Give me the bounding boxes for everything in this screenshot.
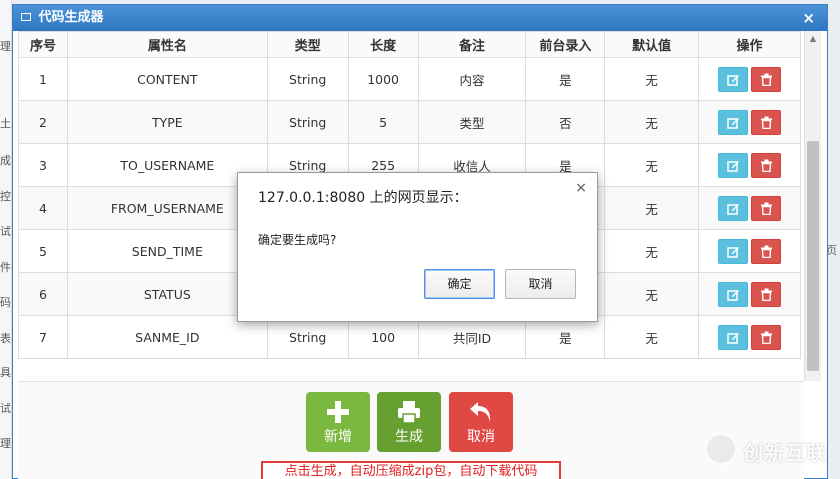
bg-char: 码 xyxy=(0,296,11,309)
row-actions xyxy=(698,229,801,273)
generate-button[interactable]: 生成 xyxy=(377,392,441,452)
table-cell: 无 xyxy=(604,229,700,273)
table-cell: 2 xyxy=(18,100,68,144)
undo-arrow-icon xyxy=(470,402,491,422)
action-footer: 新增 生成 取消 点击生成，自动压缩成zip包，自动下载代码 xyxy=(18,381,804,479)
edit-button[interactable] xyxy=(718,324,749,350)
table-cell: 4 xyxy=(18,186,68,230)
column-header: 操作 xyxy=(698,31,801,58)
background-page-strip: 理 土 成 控 试 件 码 表 具 试 理 xyxy=(0,0,12,479)
table-cell: 无 xyxy=(604,100,700,144)
generate-button-label: 生成 xyxy=(395,429,423,445)
delete-button[interactable] xyxy=(751,195,782,221)
bg-char: 件 xyxy=(0,261,11,274)
table-cell: 5 xyxy=(347,100,419,144)
table-cell: 是 xyxy=(525,57,606,101)
scroll-up-arrow-icon[interactable]: ▲ xyxy=(805,31,821,47)
edit-button[interactable] xyxy=(718,152,749,178)
generate-note: 点击生成，自动压缩成zip包，自动下载代码 xyxy=(261,461,561,479)
edit-button[interactable] xyxy=(718,66,749,92)
table-cell: 1 xyxy=(18,57,68,101)
plus-icon xyxy=(327,401,349,423)
add-button[interactable]: 新增 xyxy=(306,392,370,452)
column-header: 备注 xyxy=(417,31,527,58)
table-cell: 无 xyxy=(604,315,700,359)
delete-button[interactable] xyxy=(751,152,782,178)
dialog-message: 确定要生成吗? xyxy=(258,233,337,247)
window-icon xyxy=(21,12,31,21)
bg-char: 试 xyxy=(0,402,11,415)
watermark: 创新互联 xyxy=(705,433,835,467)
cancel-button[interactable]: 取消 xyxy=(449,392,513,452)
bg-char: 表 xyxy=(0,332,11,345)
bg-char: 试 xyxy=(0,225,11,238)
table-header-row: 序号 属性名 类型 长度 备注 前台录入 默认值 操作 xyxy=(18,31,801,58)
table-cell: 5 xyxy=(18,229,68,273)
table-cell: 无 xyxy=(604,143,700,187)
table-cell: 7 xyxy=(18,315,68,359)
column-header: 类型 xyxy=(266,31,349,58)
delete-button[interactable] xyxy=(751,281,782,307)
cancel-button-label: 取消 xyxy=(467,429,495,445)
column-header: 长度 xyxy=(347,31,419,58)
column-header: 属性名 xyxy=(66,31,268,58)
column-header: 前台录入 xyxy=(525,31,606,58)
column-header: 默认值 xyxy=(604,31,700,58)
bg-char: 土 xyxy=(0,117,11,130)
table-cell: 无 xyxy=(604,186,700,230)
delete-button[interactable] xyxy=(751,66,782,92)
column-header: 序号 xyxy=(18,31,68,58)
row-actions xyxy=(698,186,801,230)
table-cell: 内容 xyxy=(417,57,527,101)
edit-button[interactable] xyxy=(718,195,749,221)
window-title: 代码生成器 xyxy=(38,10,104,25)
row-actions xyxy=(698,100,801,144)
confirm-dialog: × 127.0.0.1:8080 上的网页显示： 确定要生成吗? 确定 取消 xyxy=(237,172,598,322)
row-actions xyxy=(698,57,801,101)
table-cell: 否 xyxy=(525,100,606,144)
bg-char: 理 xyxy=(0,437,11,450)
table-cell: String xyxy=(266,100,349,144)
scrollbar-thumb[interactable] xyxy=(807,141,819,371)
row-actions xyxy=(698,143,801,187)
bg-char: 成 xyxy=(0,154,11,167)
row-actions xyxy=(698,315,801,359)
bg-char: 具 xyxy=(0,366,11,379)
edit-button[interactable] xyxy=(718,109,749,135)
edit-button[interactable] xyxy=(718,281,749,307)
edit-button[interactable] xyxy=(718,238,749,264)
table-cell: 无 xyxy=(604,57,700,101)
window-title-bar: 代码生成器 × xyxy=(13,5,827,31)
window-close-icon[interactable]: × xyxy=(802,5,815,31)
table-cell: 3 xyxy=(18,143,68,187)
bg-char: 理 xyxy=(0,40,11,53)
watermark-logo-icon xyxy=(705,433,737,465)
dialog-ok-button[interactable]: 确定 xyxy=(424,269,495,299)
bg-char: 控 xyxy=(0,190,11,203)
table-row: 2 TYPE String 5 类型否无 xyxy=(18,100,801,144)
table-cell: 6 xyxy=(18,272,68,316)
dialog-close-icon[interactable]: × xyxy=(575,180,587,196)
table-cell: CONTENT xyxy=(66,57,268,101)
dialog-title: 127.0.0.1:8080 上的网页显示： xyxy=(258,190,468,206)
table-row: 1 CONTENT String 1000 内容是无 xyxy=(18,57,801,101)
table-cell: 类型 xyxy=(417,100,527,144)
row-actions xyxy=(698,272,801,316)
delete-button[interactable] xyxy=(751,238,782,264)
table-scrollbar[interactable]: ▲ xyxy=(804,31,821,381)
table-cell: 1000 xyxy=(347,57,419,101)
table-cell: TYPE xyxy=(66,100,268,144)
watermark-text: 创新互联 xyxy=(743,441,827,465)
print-icon xyxy=(398,401,420,424)
table-cell: 无 xyxy=(604,272,700,316)
delete-button[interactable] xyxy=(751,324,782,350)
add-button-label: 新增 xyxy=(324,429,352,445)
delete-button[interactable] xyxy=(751,109,782,135)
dialog-cancel-button[interactable]: 取消 xyxy=(505,269,576,299)
table-cell: String xyxy=(266,57,349,101)
